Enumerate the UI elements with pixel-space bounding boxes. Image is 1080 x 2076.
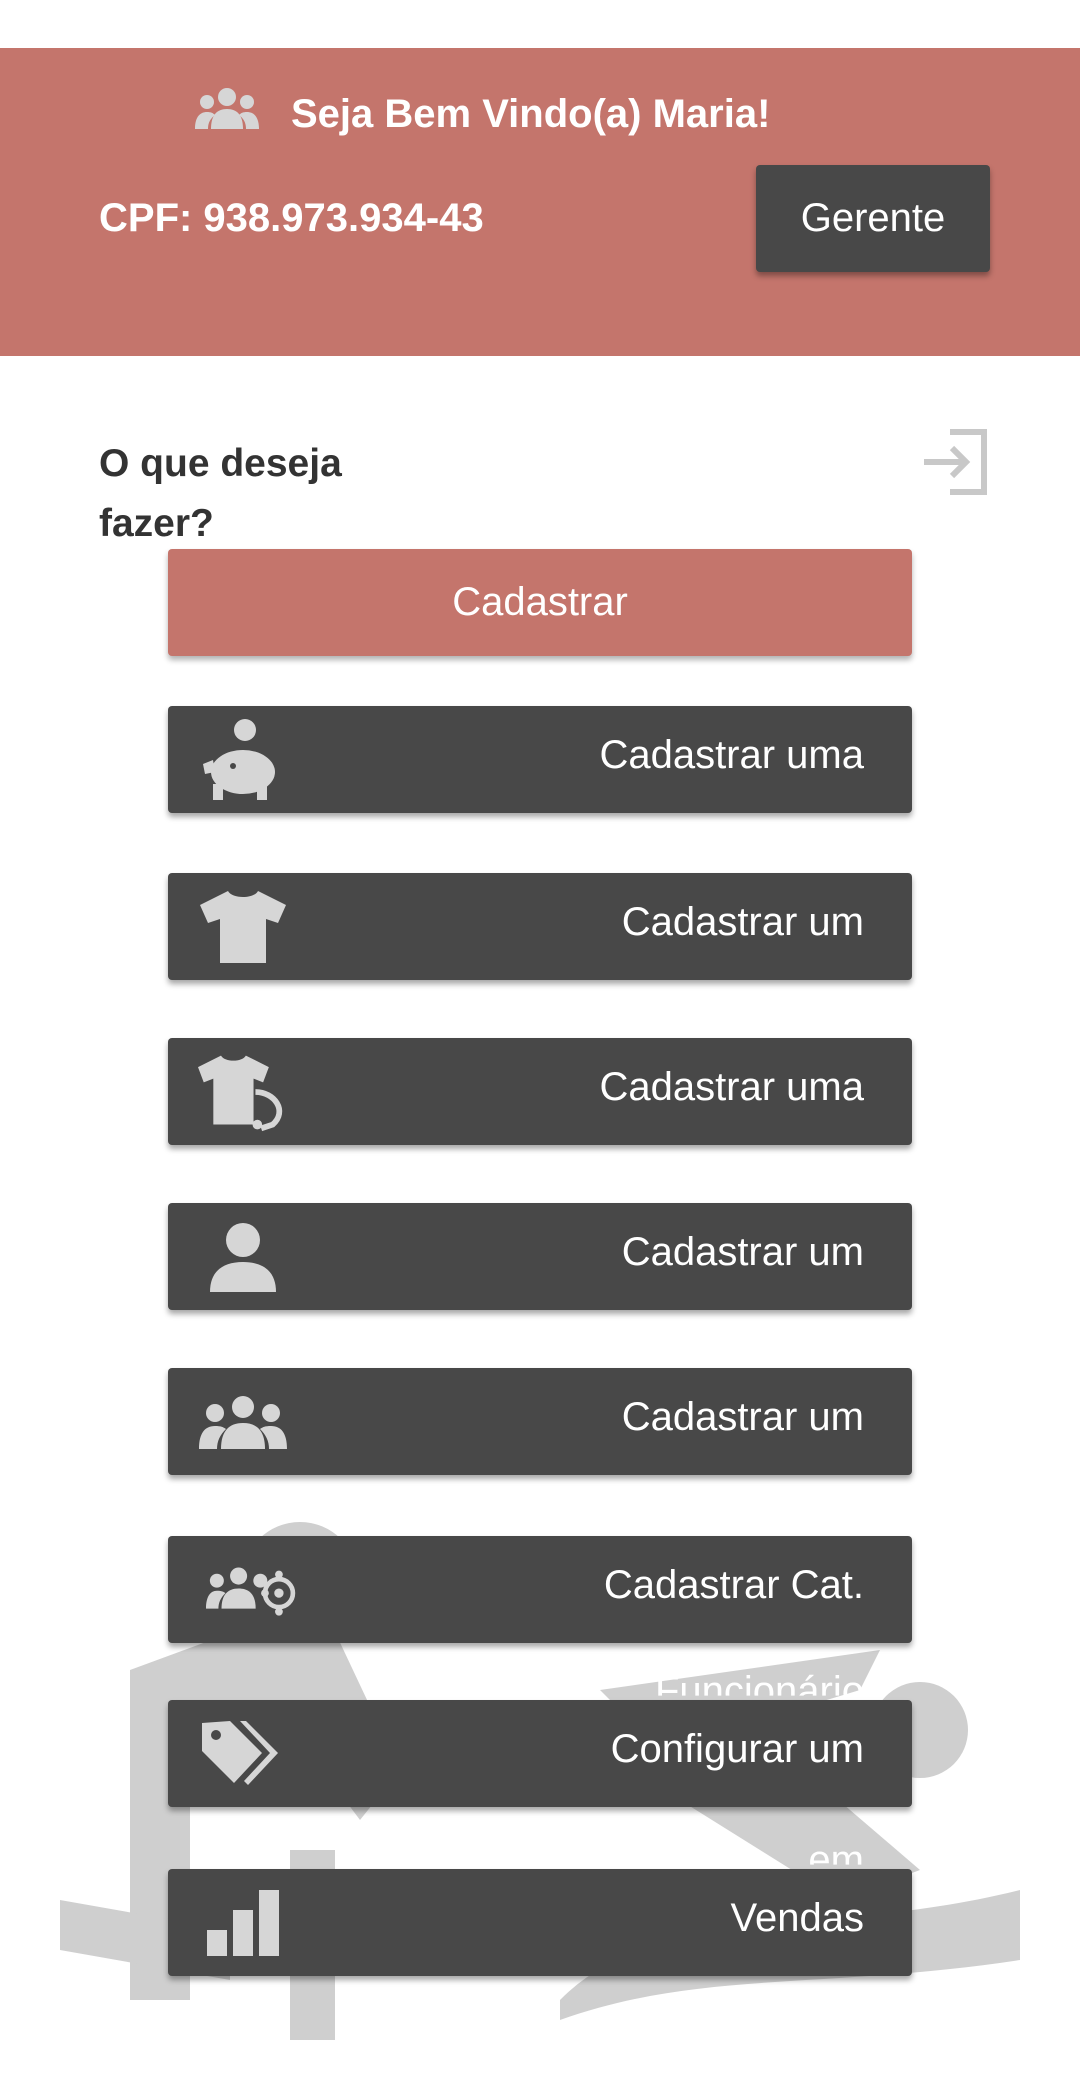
action-label: Cadastrar um — [621, 1230, 864, 1274]
bar-chart-icon — [198, 1879, 288, 1966]
cadastrar-button[interactable]: Cadastrar — [168, 549, 912, 656]
piggy-bank-icon — [198, 716, 288, 803]
tags-icon — [198, 1710, 288, 1797]
configurar-button[interactable]: Funcionário Configurar um — [168, 1669, 912, 1807]
role-button[interactable]: Gerente — [756, 165, 990, 272]
cadastrar-cat-button[interactable]: Cadastrar Cat. — [168, 1536, 912, 1643]
users-icon — [198, 1378, 288, 1465]
cpf-text: CPF: 938.973.934-43 — [99, 196, 484, 240]
action-label: Configurar um — [610, 1727, 864, 1771]
action-label: Cadastrar uma — [599, 1065, 864, 1109]
action-label: Cadastrar Cat. — [603, 1563, 864, 1607]
sign-out-icon[interactable] — [920, 428, 988, 496]
cadastrar-cliente-button[interactable]: Cadastrar um — [168, 1203, 912, 1310]
overflow-text: em — [808, 1838, 864, 1882]
vendas-button[interactable]: em Vendas — [168, 1838, 912, 1976]
overflow-text: Funcionário — [654, 1669, 864, 1713]
cadastrar-funcionario-button[interactable]: Cadastrar um — [168, 1368, 912, 1475]
action-label: Cadastrar um — [621, 900, 864, 944]
welcome-text: Seja Bem Vindo(a) Maria! — [291, 91, 771, 136]
action-label: Cadastrar um — [621, 1395, 864, 1439]
users-cog-icon — [206, 1546, 296, 1633]
question-heading: O que deseja fazer? — [99, 442, 342, 545]
action-label: Cadastrar uma — [599, 733, 864, 777]
welcome-row: Seja Bem Vindo(a) Maria! — [195, 76, 770, 152]
cadastrar-categoria-button[interactable]: Produto Cadastrar uma — [168, 1007, 912, 1145]
tshirt-icon — [198, 883, 288, 970]
user-icon — [198, 1213, 288, 1300]
cadastrar-uma-button[interactable]: Cadastrar uma — [168, 706, 912, 813]
cadastrar-produto-button[interactable]: Cadastrar um — [168, 873, 912, 980]
overflow-text: Produto — [723, 1007, 864, 1051]
action-label: Vendas — [730, 1896, 864, 1940]
tshirt-tag-icon — [198, 1048, 288, 1135]
users-icon — [195, 87, 259, 141]
